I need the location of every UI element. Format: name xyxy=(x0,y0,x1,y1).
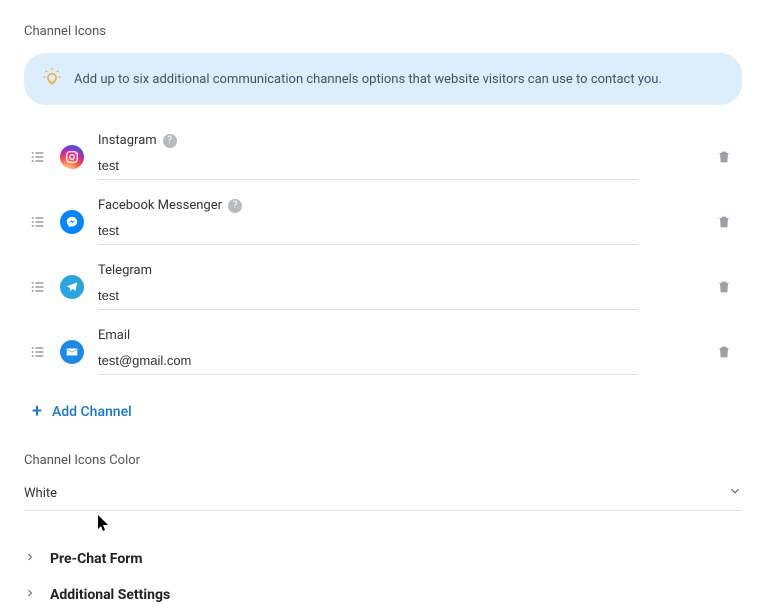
channel-input-messenger[interactable] xyxy=(98,219,638,245)
email-icon xyxy=(60,340,84,364)
channel-input-instagram[interactable] xyxy=(98,154,638,180)
channel-input-telegram[interactable] xyxy=(98,284,638,310)
help-icon[interactable]: ? xyxy=(228,199,242,213)
channel-label: Telegram xyxy=(98,263,152,278)
plus-icon: + xyxy=(32,403,42,421)
chevron-down-icon xyxy=(728,484,742,502)
drag-handle-icon[interactable] xyxy=(30,214,46,230)
drag-handle-icon[interactable] xyxy=(30,279,46,295)
accordion-label: Additional Settings xyxy=(50,587,170,603)
channel-row-telegram: Telegram xyxy=(24,263,742,310)
channel-label: Instagram xyxy=(98,133,157,148)
help-icon[interactable]: ? xyxy=(163,134,177,148)
lightbulb-icon xyxy=(42,67,62,91)
add-channel-button[interactable]: + Add Channel xyxy=(24,397,140,427)
trash-icon[interactable] xyxy=(712,210,736,234)
info-banner-text: Add up to six additional communication c… xyxy=(74,72,662,87)
cursor-icon xyxy=(97,514,111,536)
channel-label: Facebook Messenger xyxy=(98,198,222,213)
channel-row-email: Email xyxy=(24,328,742,375)
messenger-icon xyxy=(60,210,84,234)
color-label: Channel Icons Color xyxy=(24,453,742,468)
drag-handle-icon[interactable] xyxy=(30,344,46,360)
channel-row-instagram: Instagram ? xyxy=(24,133,742,180)
color-select[interactable]: White xyxy=(24,478,742,511)
color-value: White xyxy=(24,486,57,501)
accordion-additional[interactable]: Additional Settings xyxy=(24,577,742,613)
chevron-right-icon xyxy=(24,551,36,567)
accordion-label: Pre-Chat Form xyxy=(50,551,143,567)
accordion-prechat[interactable]: Pre-Chat Form xyxy=(24,541,742,577)
trash-icon[interactable] xyxy=(712,145,736,169)
trash-icon[interactable] xyxy=(712,275,736,299)
info-banner: Add up to six additional communication c… xyxy=(24,53,742,105)
channel-row-messenger: Facebook Messenger ? xyxy=(24,198,742,245)
channel-list: Instagram ? Facebook Messenger ? xyxy=(24,133,742,375)
channel-input-email[interactable] xyxy=(98,349,638,375)
instagram-icon xyxy=(60,145,84,169)
section-title: Channel Icons xyxy=(24,24,742,39)
add-channel-label: Add Channel xyxy=(52,404,132,420)
chevron-right-icon xyxy=(24,587,36,603)
trash-icon[interactable] xyxy=(712,340,736,364)
channel-label: Email xyxy=(98,328,130,343)
drag-handle-icon[interactable] xyxy=(30,149,46,165)
telegram-icon xyxy=(60,275,84,299)
